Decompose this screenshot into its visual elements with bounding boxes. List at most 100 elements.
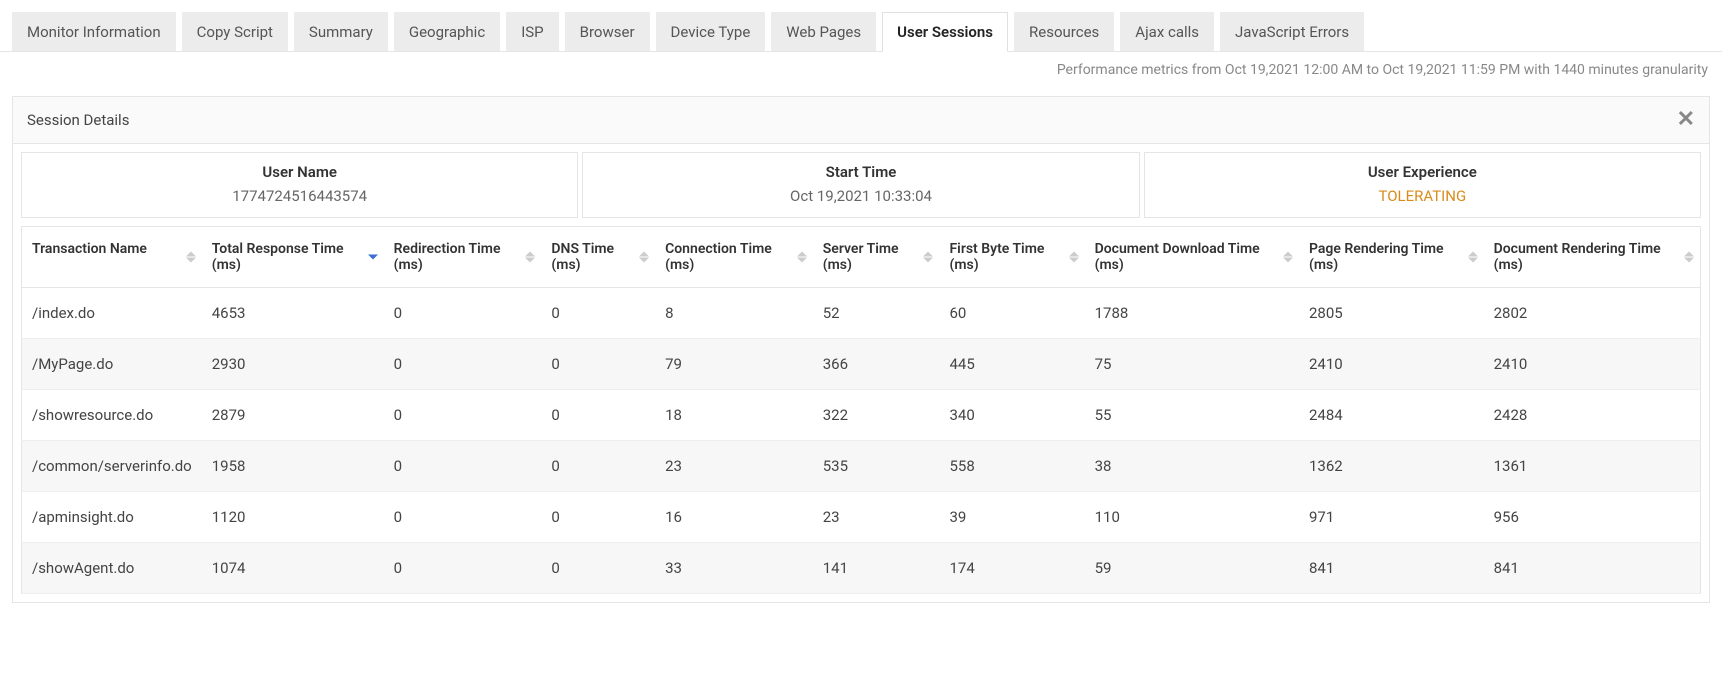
cell: 0	[384, 543, 542, 594]
cell: /showAgent.do	[22, 543, 202, 594]
tab-javascript-errors[interactable]: JavaScript Errors	[1220, 12, 1364, 51]
cell: 445	[939, 339, 1084, 390]
sort-icon[interactable]	[525, 252, 535, 263]
column-header[interactable]: Server Time (ms)	[813, 227, 940, 288]
cell: 2802	[1484, 288, 1701, 339]
tab-isp[interactable]: ISP	[506, 12, 558, 51]
cell: 2410	[1484, 339, 1701, 390]
table-row[interactable]: /showresource.do287900183223405524842428	[22, 390, 1701, 441]
cell: 60	[939, 288, 1084, 339]
tab-user-sessions[interactable]: User Sessions	[882, 12, 1008, 52]
close-icon[interactable]: ✕	[1677, 109, 1695, 131]
column-header[interactable]: Redirection Time (ms)	[384, 227, 542, 288]
sort-icon[interactable]	[1283, 252, 1293, 263]
tab-web-pages[interactable]: Web Pages	[771, 12, 876, 51]
cell: 33	[655, 543, 813, 594]
column-header-label: Document Rendering Time (ms)	[1494, 241, 1661, 273]
session-table: Transaction Name Total Response Time (ms)…	[21, 226, 1701, 594]
cell: 0	[541, 339, 655, 390]
tab-resources[interactable]: Resources	[1014, 12, 1114, 51]
cell: 841	[1484, 543, 1701, 594]
cell: 841	[1299, 543, 1484, 594]
panel-title: Session Details	[27, 111, 129, 129]
cell: 174	[939, 543, 1084, 594]
column-header-label: Redirection Time (ms)	[394, 241, 501, 273]
cell: 39	[939, 492, 1084, 543]
tab-monitor-information[interactable]: Monitor Information	[12, 12, 176, 51]
cell: 18	[655, 390, 813, 441]
column-header[interactable]: Transaction Name	[22, 227, 202, 288]
column-header[interactable]: Document Rendering Time (ms)	[1484, 227, 1701, 288]
cell: 2484	[1299, 390, 1484, 441]
table-wrapper: Transaction Name Total Response Time (ms)…	[13, 218, 1709, 602]
cell: 1362	[1299, 441, 1484, 492]
summary-value: Oct 19,2021 10:33:04	[591, 187, 1130, 205]
cell: 0	[384, 492, 542, 543]
column-header-label: Total Response Time (ms)	[212, 241, 344, 273]
cell: 956	[1484, 492, 1701, 543]
cell: 0	[384, 441, 542, 492]
sort-icon[interactable]	[186, 252, 196, 263]
cell: 23	[813, 492, 940, 543]
table-row[interactable]: /showAgent.do1074003314117459841841	[22, 543, 1701, 594]
summary-label: Start Time	[591, 163, 1130, 181]
cell: 2879	[202, 390, 384, 441]
table-row[interactable]: /MyPage.do293000793664457524102410	[22, 339, 1701, 390]
summary-grid: User Name 1774724516443574 Start Time Oc…	[13, 144, 1709, 218]
cell: 75	[1085, 339, 1299, 390]
sort-icon[interactable]	[1468, 252, 1478, 263]
cell: 0	[541, 441, 655, 492]
column-header[interactable]: Document Download Time (ms)	[1085, 227, 1299, 288]
column-header-label: First Byte Time (ms)	[949, 241, 1044, 273]
summary-user-experience: User Experience TOLERATING	[1144, 152, 1701, 218]
table-row[interactable]: /common/serverinfo.do1958002353555838136…	[22, 441, 1701, 492]
summary-label: User Name	[30, 163, 569, 181]
summary-label: User Experience	[1153, 163, 1692, 181]
sort-icon[interactable]	[639, 252, 649, 263]
cell: 2410	[1299, 339, 1484, 390]
column-header-label: Transaction Name	[32, 241, 147, 257]
cell: 535	[813, 441, 940, 492]
summary-value: 1774724516443574	[30, 187, 569, 205]
column-header[interactable]: Total Response Time (ms)	[202, 227, 384, 288]
cell: 110	[1085, 492, 1299, 543]
tab-copy-script[interactable]: Copy Script	[182, 12, 288, 51]
cell: 23	[655, 441, 813, 492]
cell: 558	[939, 441, 1084, 492]
tab-geographic[interactable]: Geographic	[394, 12, 500, 51]
sort-icon[interactable]	[923, 252, 933, 263]
cell: 16	[655, 492, 813, 543]
column-header-label: Document Download Time (ms)	[1095, 241, 1260, 273]
summary-value: TOLERATING	[1153, 187, 1692, 205]
tab-ajax-calls[interactable]: Ajax calls	[1120, 12, 1214, 51]
column-header[interactable]: DNS Time (ms)	[541, 227, 655, 288]
sort-icon[interactable]	[368, 255, 378, 260]
cell: 366	[813, 339, 940, 390]
cell: 79	[655, 339, 813, 390]
sort-icon[interactable]	[797, 252, 807, 263]
cell: 971	[1299, 492, 1484, 543]
column-header[interactable]: First Byte Time (ms)	[939, 227, 1084, 288]
column-header-label: DNS Time (ms)	[551, 241, 614, 273]
header-row: Transaction Name Total Response Time (ms)…	[22, 227, 1701, 288]
column-header[interactable]: Page Rendering Time (ms)	[1299, 227, 1484, 288]
cell: 8	[655, 288, 813, 339]
table-row[interactable]: /index.do46530085260178828052802	[22, 288, 1701, 339]
sort-icon[interactable]	[1684, 252, 1694, 263]
column-header[interactable]: Connection Time (ms)	[655, 227, 813, 288]
cell: /common/serverinfo.do	[22, 441, 202, 492]
tab-device-type[interactable]: Device Type	[656, 12, 766, 51]
tab-browser[interactable]: Browser	[565, 12, 650, 51]
sort-icon[interactable]	[1069, 252, 1079, 263]
cell: 322	[813, 390, 940, 441]
column-header-label: Server Time (ms)	[823, 241, 899, 273]
cell: 1074	[202, 543, 384, 594]
session-details-panel: Session Details ✕ User Name 177472451644…	[12, 96, 1710, 603]
cell: 0	[541, 288, 655, 339]
tab-summary[interactable]: Summary	[294, 12, 388, 51]
cell: 1958	[202, 441, 384, 492]
table-row[interactable]: /apminsight.do112000162339110971956	[22, 492, 1701, 543]
cell: 0	[384, 339, 542, 390]
cell: 52	[813, 288, 940, 339]
metrics-note: Performance metrics from Oct 19,2021 12:…	[0, 52, 1722, 88]
